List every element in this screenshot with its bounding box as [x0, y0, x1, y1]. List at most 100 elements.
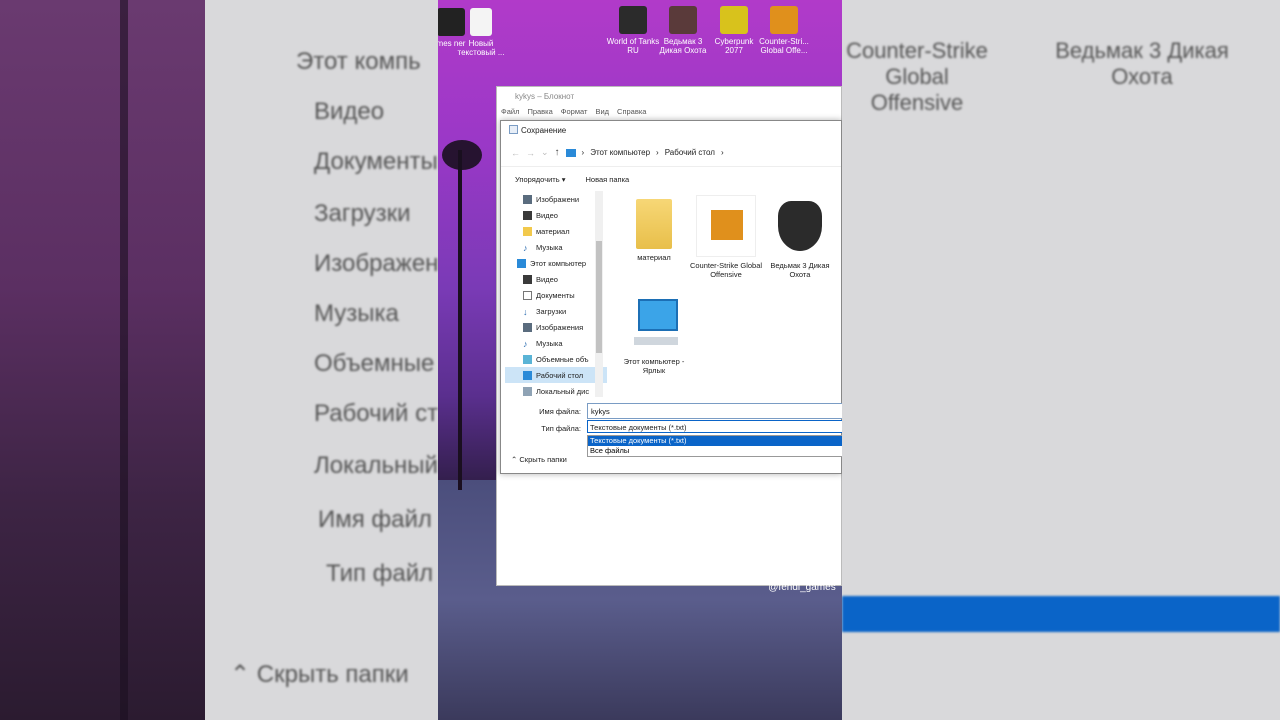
desktop-icon	[523, 370, 532, 380]
menu-file[interactable]: Файл	[501, 107, 519, 117]
blurred-label: Рабочий ст	[314, 400, 438, 427]
nav-item-music[interactable]: ♪ Музыка	[505, 335, 607, 351]
nav-item-video[interactable]: Видео	[505, 207, 607, 223]
desktop-icon[interactable]: Cyberpunk 2077	[707, 6, 761, 55]
dialog-title: Сохранение	[521, 126, 567, 135]
music-icon: ♪	[523, 242, 528, 253]
csgo-icon	[711, 210, 743, 240]
desktop-icon[interactable]: Ведьмак 3 Дикая Охота	[656, 6, 710, 55]
filetype-row: Тип файла: Текстовые документы (*.txt)	[501, 420, 842, 436]
video-icon	[523, 274, 532, 284]
address-bar: ← → ⌄ ↑ › Этот компьютер › Рабочий стол …	[501, 139, 841, 167]
witcher-icon	[669, 6, 697, 34]
nav-item-material[interactable]: материал	[505, 223, 607, 239]
desktop-icon[interactable]: Counter-Stri... Global Offe...	[757, 6, 811, 55]
nav-item-desktop[interactable]: Рабочий стол	[505, 367, 607, 383]
back-arrow-icon[interactable]: ←	[511, 148, 520, 158]
witcher-icon	[778, 201, 822, 251]
chevron-down-icon[interactable]: ⌄	[541, 147, 549, 158]
pictures-icon	[523, 194, 532, 204]
forward-arrow-icon[interactable]: →	[526, 148, 535, 158]
computer-icon	[638, 299, 678, 331]
breadcrumb-desktop[interactable]: Рабочий стол	[665, 148, 715, 157]
filetype-select[interactable]: Текстовые документы (*.txt)	[587, 420, 842, 433]
right-blurred-background: Counter-Strike Global Offensive Ведьмак …	[842, 0, 1280, 720]
blurred-label: ⌃ Скрыть папки	[230, 661, 409, 688]
file-item[interactable]: Этот компьютер - Ярлык	[615, 297, 693, 375]
organize-button[interactable]: Упорядочить ▾	[515, 175, 565, 184]
tiktok-handle: @fendi_games	[768, 582, 836, 593]
cyberpunk-icon	[720, 6, 748, 34]
3d-objects-icon	[523, 354, 532, 364]
folder-icon	[523, 226, 532, 236]
tiktok-watermark: ♪ TikTok @fendi_games	[762, 546, 842, 593]
desktop-icon[interactable]: Новый текстовый ...	[454, 8, 508, 57]
filetype-option-all[interactable]: Все файлы	[588, 446, 842, 456]
up-arrow-icon[interactable]: ↑	[555, 147, 560, 158]
blurred-label: Ведьмак 3 Дикая Охота	[1055, 38, 1229, 89]
nav-item-downloads[interactable]: ↓ Загрузки	[505, 303, 607, 319]
breadcrumb-separator: ›	[656, 148, 659, 157]
file-list: материал Counter-Strike Global Offensive…	[611, 191, 841, 401]
nav-item-pictures[interactable]: Изображени	[505, 191, 607, 207]
wot-icon	[619, 6, 647, 34]
blurred-label: Тип файл	[326, 560, 434, 587]
file-item[interactable]: Counter-Strike Global Offensive	[687, 195, 765, 279]
breadcrumb-computer[interactable]: Этот компьютер	[590, 148, 650, 157]
nav-item-3d-objects[interactable]: Объемные объ	[505, 351, 607, 367]
folder-icon	[636, 199, 672, 249]
dialog-toolbar: Упорядочить ▾ Новая папка	[501, 167, 841, 191]
blurred-selection-bar	[842, 596, 1280, 632]
menu-view[interactable]: Вид	[595, 107, 609, 117]
dialog-titlebar: Сохранение	[501, 121, 841, 139]
downloads-icon: ↓	[523, 306, 528, 317]
menu-format[interactable]: Формат	[561, 107, 588, 117]
notepad-menubar: Файл Правка Формат Вид Справка	[497, 105, 841, 119]
documents-icon	[523, 290, 532, 300]
palm-crown	[442, 140, 482, 170]
blurred-label: Музыка	[314, 300, 399, 327]
nav-item-video[interactable]: Видео	[505, 271, 607, 287]
nav-item-music[interactable]: ♪ Музыка	[505, 239, 607, 255]
blurred-label: Документы	[314, 148, 438, 175]
file-item[interactable]: материал	[615, 199, 693, 262]
music-icon: ♪	[523, 338, 528, 349]
blurred-label: Объемные	[314, 350, 435, 377]
nav-item-this-pc[interactable]: Этот компьютер	[505, 255, 607, 271]
blurred-label: Counter-Strike Global Offensive	[846, 38, 988, 115]
hide-folders-button[interactable]: ⌃ Скрыть папки	[511, 455, 567, 464]
video-icon	[523, 210, 532, 220]
drive-icon	[523, 386, 532, 396]
filename-row: Имя файла:	[501, 403, 842, 419]
navigation-pane: Изображени Видео материал ♪ Музыка Этот к…	[505, 191, 607, 397]
blurred-label: Видео	[314, 98, 385, 125]
filename-label: Имя файла:	[539, 407, 581, 416]
computer-icon	[565, 148, 576, 157]
breadcrumb-item[interactable]: ›	[582, 148, 585, 157]
menu-edit[interactable]: Правка	[527, 107, 552, 117]
filetype-option-txt[interactable]: Текстовые документы (*.txt)	[588, 436, 842, 446]
tiktok-logo-icon: ♪	[797, 546, 807, 566]
text-file-icon	[470, 8, 492, 36]
nav-item-local-disk[interactable]: Локальный дис	[505, 383, 607, 397]
tiktok-brand: TikTok	[780, 567, 824, 582]
nav-item-pictures[interactable]: Изображения	[505, 319, 607, 335]
desktop-icon[interactable]: World of Tanks RU	[606, 6, 660, 55]
computer-icon	[517, 258, 526, 268]
csgo-icon	[770, 6, 798, 34]
file-item[interactable]: Ведьмак 3 Дикая Охота	[761, 195, 839, 279]
video-frame: mes ner Новый текстовый ... World of Tan…	[438, 0, 842, 720]
scrollbar-thumb[interactable]	[596, 241, 602, 353]
save-dialog-icon	[509, 125, 518, 134]
left-blurred-background: Этот компь Видео Документы Загрузки Изоб…	[0, 0, 438, 720]
nav-scrollbar[interactable]	[595, 191, 603, 397]
new-folder-button[interactable]: Новая папка	[585, 175, 629, 184]
nav-item-documents[interactable]: Документы	[505, 287, 607, 303]
blurred-label: Этот компь	[296, 48, 421, 75]
filename-input[interactable]	[587, 403, 842, 419]
chevron-up-icon: ⌃	[511, 455, 518, 464]
menu-help[interactable]: Справка	[617, 107, 646, 117]
filetype-label: Тип файла:	[541, 424, 581, 433]
blurred-label: Изображен	[314, 250, 438, 277]
blurred-label: Имя файл	[318, 506, 432, 533]
